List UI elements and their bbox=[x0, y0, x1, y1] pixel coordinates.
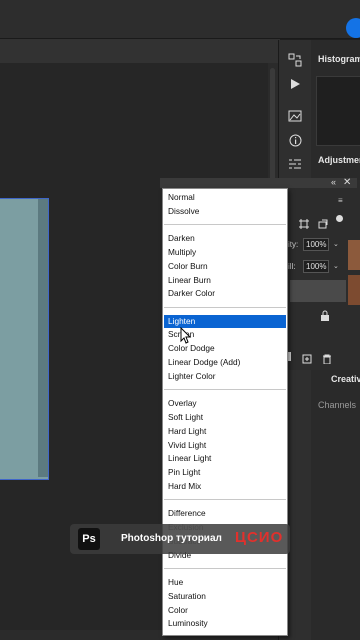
watermark-text: Photoshop туториал bbox=[121, 533, 222, 544]
opacity-label: ity: bbox=[288, 240, 299, 249]
menu-separator bbox=[164, 499, 286, 501]
transform-icon[interactable] bbox=[299, 216, 309, 234]
library-icon[interactable] bbox=[279, 104, 311, 128]
blend-mode-item[interactable]: Lighten bbox=[164, 314, 286, 328]
menu-separator bbox=[164, 224, 286, 226]
blend-mode-item[interactable]: Luminosity bbox=[164, 617, 286, 630]
opacity-field[interactable]: 100% bbox=[303, 238, 330, 251]
blend-mode-item[interactable]: Soft Light bbox=[164, 411, 286, 424]
application-bar bbox=[0, 0, 360, 39]
chevron-down-icon[interactable]: ⌄ bbox=[333, 240, 339, 248]
blend-mode-item[interactable]: Hue bbox=[164, 576, 286, 589]
blend-mode-item[interactable]: Normal bbox=[164, 191, 286, 204]
share-button[interactable] bbox=[346, 18, 360, 38]
document-tab-bar bbox=[0, 39, 280, 64]
menu-separator bbox=[164, 306, 286, 308]
brand-logo: ЦСИО bbox=[235, 529, 284, 546]
tab-channels[interactable]: Channels bbox=[311, 400, 360, 410]
properties-icon[interactable] bbox=[279, 152, 311, 176]
canvas-edge bbox=[38, 199, 48, 477]
creative-section-label[interactable]: Creativ bbox=[311, 374, 360, 384]
blend-mode-item[interactable]: Dissolve bbox=[164, 205, 286, 218]
panel-menu-icon[interactable]: ≡ bbox=[338, 196, 343, 205]
play-icon[interactable] bbox=[279, 72, 311, 96]
photoshop-logo: Ps bbox=[78, 528, 100, 550]
link-layers-icon[interactable] bbox=[288, 352, 291, 361]
lock-icon[interactable] bbox=[320, 308, 330, 326]
layer-thumbnail[interactable] bbox=[348, 275, 360, 305]
blend-mode-item[interactable]: Hard Mix bbox=[164, 480, 286, 493]
blend-mode-item[interactable]: Multiply bbox=[164, 246, 286, 259]
blend-mode-item[interactable]: Linear Dodge (Add) bbox=[164, 356, 286, 369]
tab-adjustments[interactable]: Adjustments bbox=[311, 155, 360, 165]
new-layer-icon[interactable] bbox=[302, 351, 312, 369]
blend-mode-menu[interactable]: Normal Dissolve Darken Multiply Color Burn Li… bbox=[162, 188, 288, 636]
fill-circle-icon[interactable] bbox=[336, 215, 343, 222]
menu-separator bbox=[164, 389, 286, 391]
menu-separator bbox=[164, 568, 286, 570]
blend-mode-item[interactable]: Hard Light bbox=[164, 425, 286, 438]
chevron-down-icon[interactable]: ⌄ bbox=[333, 262, 339, 270]
blend-mode-item[interactable]: Difference bbox=[164, 507, 286, 520]
collapse-icon[interactable]: « bbox=[331, 177, 336, 187]
blend-mode-item[interactable]: Darken bbox=[164, 232, 286, 245]
layer-thumbnail[interactable] bbox=[348, 240, 360, 270]
blend-mode-item[interactable]: Linear Light bbox=[164, 452, 286, 465]
blend-mode-item[interactable]: Color Burn bbox=[164, 260, 286, 273]
blend-mode-item[interactable]: Linear Burn bbox=[164, 274, 286, 287]
tab-histogram[interactable]: Histogram bbox=[311, 54, 360, 64]
blend-mode-item[interactable]: Color bbox=[164, 604, 286, 617]
info-icon[interactable] bbox=[279, 128, 311, 152]
blend-mode-item[interactable]: Darker Color bbox=[164, 287, 286, 300]
fill-label: ill: bbox=[288, 262, 296, 271]
blend-mode-item[interactable]: Saturation bbox=[164, 590, 286, 603]
blend-mode-item[interactable]: Lighter Color bbox=[164, 370, 286, 383]
fill-field[interactable]: 100% bbox=[303, 260, 330, 273]
close-icon[interactable]: ✕ bbox=[343, 177, 351, 188]
blend-mode-item[interactable]: Pin Light bbox=[164, 466, 286, 479]
blend-dropdown-header bbox=[160, 178, 357, 188]
artboard-icon[interactable] bbox=[318, 216, 328, 234]
selected-layer-row[interactable] bbox=[290, 280, 346, 302]
histogram-display bbox=[316, 76, 360, 146]
trash-icon[interactable] bbox=[322, 351, 332, 369]
blend-mode-item[interactable]: Vivid Light bbox=[164, 439, 286, 452]
arrange-icon[interactable] bbox=[279, 48, 311, 72]
mouse-cursor-icon bbox=[180, 327, 192, 344]
blend-mode-item[interactable]: Overlay bbox=[164, 397, 286, 410]
